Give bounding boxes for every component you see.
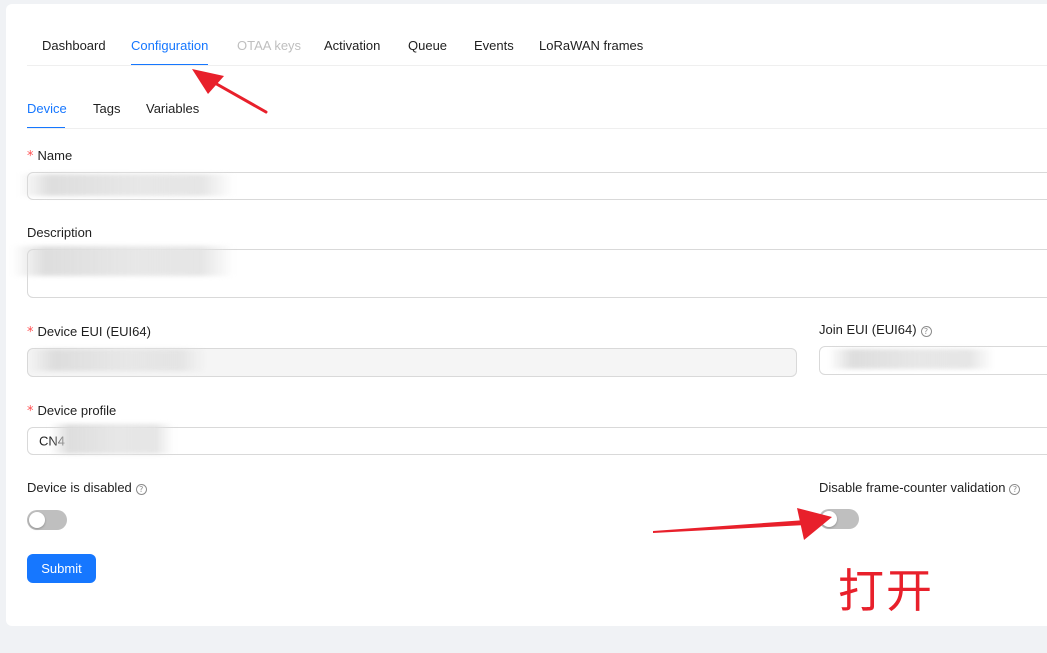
annotation-text: 打开 (838, 564, 934, 618)
arrow-to-configuration-icon (192, 69, 268, 114)
arrow-to-switch-icon (653, 508, 832, 540)
